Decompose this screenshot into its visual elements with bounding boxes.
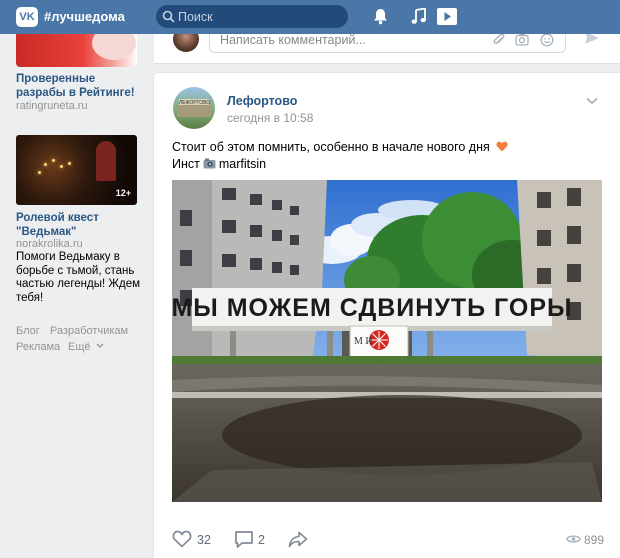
views-eye-icon (566, 535, 581, 543)
post-menu-chevron-icon[interactable] (586, 97, 598, 105)
search-icon (162, 10, 175, 23)
ad-title-rating[interactable]: Проверенные разрабы в Рейтинге! (16, 73, 141, 100)
ad-image-rating[interactable] (16, 34, 137, 67)
post-card: ЛЕФОРТОВО Лефортово сегодня в 10:58 Стои… (154, 73, 620, 558)
post-photo[interactable]: М И МЫ МОЖЕМ СДВИНУТЬ ГОРЫ (172, 180, 602, 502)
post-text-main: Стоит об этом помнить, особенно в начале… (172, 140, 490, 154)
ad-domain-rating[interactable]: ratingruneta.ru (16, 100, 88, 112)
search-box[interactable] (156, 5, 348, 28)
views-count: 899 (584, 533, 605, 547)
camera-emoji-icon (203, 158, 216, 169)
camera-icon[interactable] (515, 33, 529, 46)
share-icon[interactable] (288, 531, 308, 548)
search-input[interactable] (178, 8, 338, 25)
post-text-line1: Стоит об этом помнить, особенно в начале… (172, 139, 508, 155)
post-time[interactable]: сегодня в 10:58 (227, 111, 313, 125)
post-actions: 32 2 899 (154, 525, 620, 555)
instagram-handle[interactable]: marfitsin (219, 157, 266, 171)
like-heart-icon[interactable] (172, 530, 192, 548)
bell-icon[interactable] (373, 8, 388, 25)
footer-link-more-label: Ещё (68, 341, 91, 353)
sign-text: М И (354, 336, 373, 347)
ad-title-witcher-quest[interactable]: Ролевой квест "Ведьмак" (16, 212, 141, 239)
music-icon[interactable] (411, 8, 427, 25)
smile-icon[interactable] (540, 33, 554, 47)
footer-link-developers[interactable]: Разработчикам (50, 325, 128, 337)
post-text-line2: Инст marfitsin (172, 156, 266, 172)
comment-input[interactable] (220, 32, 480, 48)
play-icon[interactable] (436, 7, 458, 26)
chevron-down-icon (96, 343, 104, 348)
ad-image-witcher-quest[interactable]: 12+ (16, 135, 137, 205)
footer-link-blog[interactable]: Блог (16, 325, 40, 337)
likes-count[interactable]: 32 (197, 533, 211, 547)
vk-logo[interactable]: VK (16, 7, 38, 27)
page-hashtag-title[interactable]: #лучшедома (44, 9, 125, 24)
comments-count[interactable]: 2 (258, 533, 265, 547)
ad-domain-witcher-quest[interactable]: norakrolika.ru (16, 238, 83, 250)
post-author[interactable]: Лефортово (227, 94, 297, 108)
footer-link-ads[interactable]: Реклама (16, 341, 60, 353)
banner-text: МЫ МОЖЕМ СДВИНУТЬ ГОРЫ (172, 294, 573, 322)
top-bar: VK #лучшедома (0, 0, 620, 34)
orange-heart-emoji-icon (496, 141, 508, 152)
footer-link-more[interactable]: Ещё (68, 341, 104, 353)
post-text-prefix: Инст (172, 157, 200, 171)
comment-icon[interactable] (234, 530, 254, 549)
ad-description-witcher-quest[interactable]: Помоги Ведьмаку в борьбе с тьмой, стань … (16, 251, 141, 305)
group-avatar[interactable]: ЛЕФОРТОВО (173, 87, 215, 129)
age-rating-badge: 12+ (115, 188, 131, 198)
photo-scene: М И МЫ МОЖЕМ СДВИНУТЬ ГОРЫ (172, 180, 602, 502)
paperclip-icon[interactable] (493, 33, 505, 47)
